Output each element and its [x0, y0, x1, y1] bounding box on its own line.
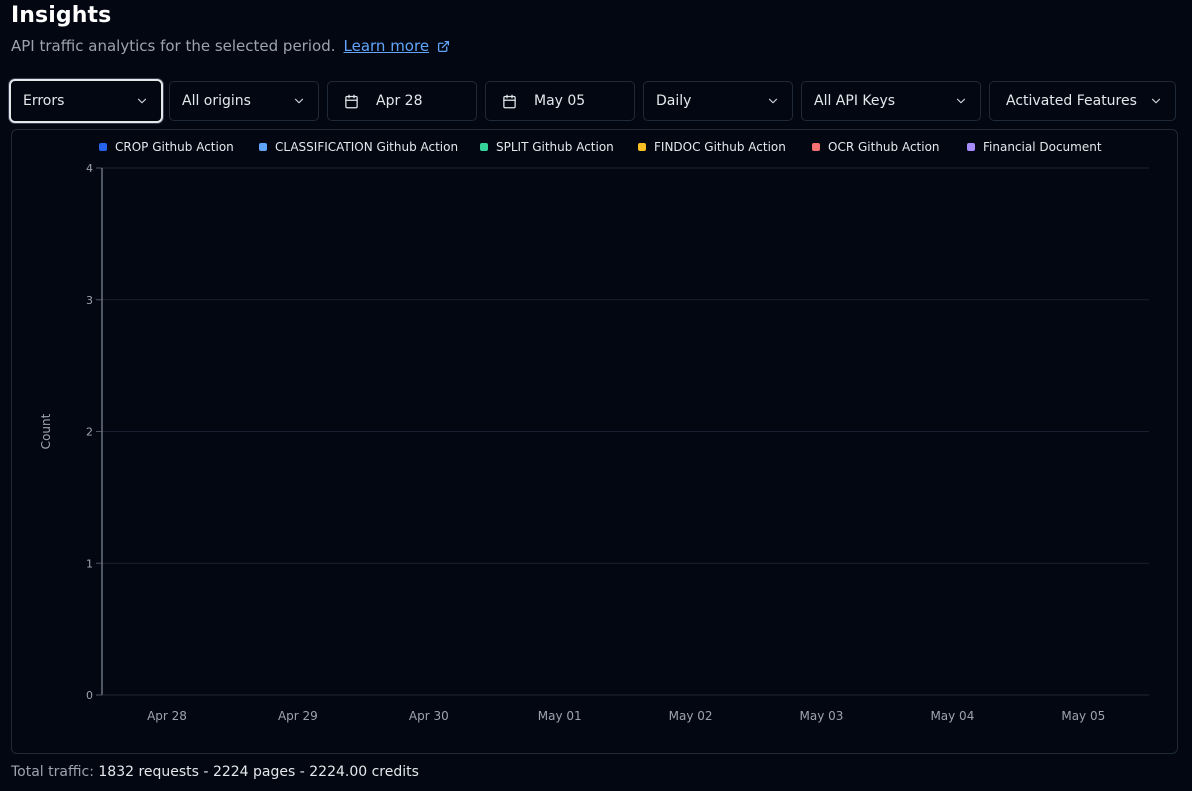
x-tick-label: May 05	[1061, 709, 1105, 723]
chevron-down-icon	[137, 98, 147, 104]
chevron-down-icon	[294, 98, 304, 104]
x-tick-label: Apr 30	[409, 709, 449, 723]
traffic-summary-label: Total traffic:	[11, 764, 94, 780]
traffic-separator: -	[299, 764, 305, 780]
traffic-pages: 2224 pages	[212, 764, 296, 780]
y-tick-label: 1	[86, 557, 93, 570]
origin-select[interactable]: All origins	[169, 81, 319, 121]
traffic-requests: 1832 requests	[98, 764, 199, 780]
chevron-down-icon	[1151, 98, 1161, 104]
x-tick-label: May 01	[538, 709, 582, 723]
x-tick-label: Apr 29	[278, 709, 318, 723]
learn-more-label: Learn more	[343, 37, 430, 55]
y-tick-label: 3	[86, 294, 93, 307]
end-date-value: May 05	[534, 93, 586, 109]
external-link-icon	[438, 40, 450, 52]
chart-plot: 0 1 2 3 4 Apr 28 Apr 29 Apr 30 May 01 May 02 May 0…	[39, 162, 1149, 723]
api-keys-select[interactable]: All API Keys	[801, 81, 981, 121]
y-tick-label: 2	[86, 426, 93, 439]
y-tick-label: 0	[86, 689, 93, 702]
x-tick-label: May 03	[800, 709, 844, 723]
start-date-value: Apr 28	[376, 93, 423, 109]
features-select-value: Activated Features	[1006, 93, 1137, 109]
calendar-icon	[503, 94, 516, 108]
x-tick-label: May 04	[930, 709, 974, 723]
calendar-icon	[345, 94, 358, 108]
y-axis-title: Count	[39, 413, 53, 449]
api-keys-select-value: All API Keys	[814, 93, 896, 109]
x-tick-label: May 02	[669, 709, 713, 723]
learn-more-link[interactable]: Learn more	[344, 37, 451, 55]
traffic-separator: -	[203, 764, 209, 780]
x-tick-label: Apr 28	[147, 709, 187, 723]
granularity-select-value: Daily	[656, 93, 692, 109]
origin-select-value: All origins	[182, 93, 251, 109]
granularity-select[interactable]: Daily	[643, 81, 793, 121]
metric-select[interactable]: Errors	[9, 79, 163, 123]
end-date-picker[interactable]: May 05	[485, 81, 635, 121]
features-select[interactable]: Activated Features	[989, 81, 1176, 121]
traffic-credits: 2224.00 credits	[309, 764, 419, 780]
page-subtitle: API traffic analytics for the selected p…	[11, 37, 336, 55]
page-subtitle-row: API traffic analytics for the selected p…	[11, 37, 450, 55]
y-tick-label: 4	[86, 162, 93, 175]
chart-panel: CROP Github Action CLASSIFICATION Github …	[11, 129, 1178, 754]
start-date-picker[interactable]: Apr 28	[327, 81, 477, 121]
traffic-summary: Total traffic: 1832 requests - 2224 page…	[11, 764, 419, 780]
page-title: Insights	[11, 3, 112, 28]
metric-select-value: Errors	[23, 93, 65, 109]
chevron-down-icon	[956, 98, 966, 104]
chevron-down-icon	[768, 98, 778, 104]
